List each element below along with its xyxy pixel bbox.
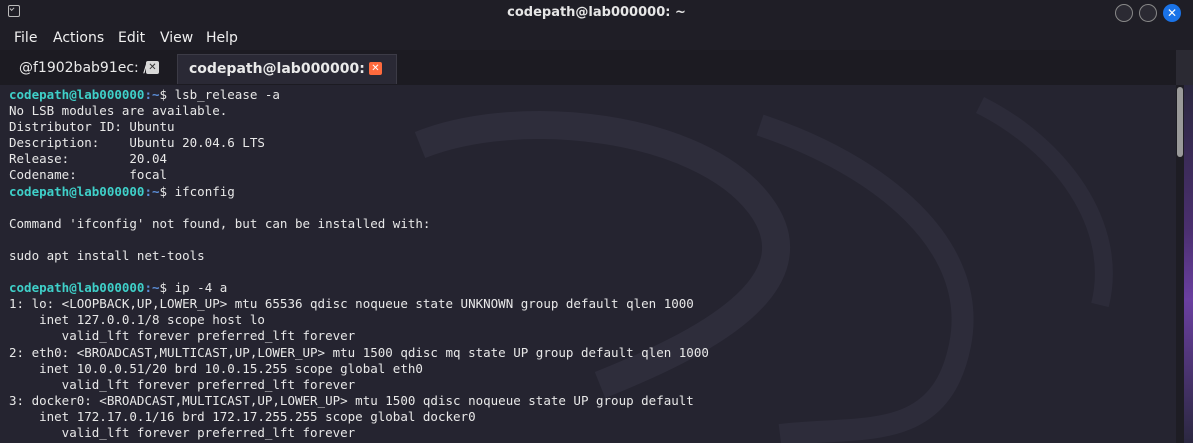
terminal-scrollbar[interactable] bbox=[1176, 85, 1184, 443]
command-text: lsb_release -a bbox=[174, 87, 280, 102]
tab-bar: @f1902bab91ec: / ✕ codepath@lab000000: ~… bbox=[0, 50, 1193, 85]
output-line: Command 'ifconfig' not found, but can be… bbox=[9, 215, 431, 231]
menu-edit[interactable]: Edit bbox=[118, 30, 145, 46]
output-line: Release: 20.04 bbox=[9, 151, 168, 167]
output-line: 1: lo: <LOOPBACK,UP,LOWER_UP> mtu 65536 … bbox=[9, 296, 694, 312]
prompt-symbol: $ bbox=[159, 87, 175, 102]
output-line: valid_lft forever preferred_lft forever bbox=[9, 376, 356, 392]
prompt-user: codepath@lab000000 bbox=[9, 280, 145, 296]
tab-close-icon[interactable]: ✕ bbox=[146, 61, 159, 74]
output-line: Codename: focal bbox=[9, 167, 168, 183]
terminal-window: codepath@lab000000: ~ ✕ File Actions Edi… bbox=[0, 0, 1193, 443]
output-line: Description: Ubuntu 20.04.6 LTS bbox=[9, 135, 265, 151]
output-line: Distributor ID: Ubuntu bbox=[9, 119, 175, 135]
prompt-path: :~ bbox=[144, 183, 160, 199]
output-line: inet 127.0.0.1/8 scope host lo bbox=[9, 312, 265, 328]
terminal-output[interactable]: codepath@lab000000:~$ lsb_release -a No L… bbox=[0, 85, 1176, 443]
tab-docker-container[interactable]: @f1902bab91ec: / ✕ bbox=[8, 54, 168, 84]
output-line: sudo apt install net-tools bbox=[9, 247, 205, 263]
menu-file[interactable]: File bbox=[14, 30, 37, 46]
desktop-background-edge bbox=[1184, 85, 1193, 443]
tab-close-icon[interactable]: ✕ bbox=[369, 62, 382, 75]
tab-codepath-home[interactable]: codepath@lab000000: ~ ✕ bbox=[177, 54, 397, 84]
output-line: valid_lft forever preferred_lft forever bbox=[9, 328, 356, 344]
prompt-line: codepath@lab000000:~$ ip -4 a bbox=[9, 280, 709, 296]
menu-help[interactable]: Help bbox=[206, 30, 238, 46]
tabbar-spacer bbox=[1176, 50, 1193, 85]
menu-actions[interactable]: Actions bbox=[53, 30, 104, 46]
command-text: ip -4 a bbox=[174, 280, 228, 296]
terminal-lines: codepath@lab000000:~$ lsb_release -a No L… bbox=[9, 87, 709, 441]
prompt-symbol: $ bbox=[159, 280, 175, 296]
output-line: valid_lft forever preferred_lft forever bbox=[9, 424, 356, 440]
tab-label: @f1902bab91ec: / bbox=[19, 60, 148, 76]
output-line: inet 10.0.0.51/20 brd 10.0.15.255 scope … bbox=[9, 360, 423, 376]
prompt-symbol: $ bbox=[159, 183, 175, 199]
minimize-button[interactable] bbox=[1115, 4, 1133, 22]
command-text: ifconfig bbox=[174, 183, 235, 199]
maximize-button[interactable] bbox=[1139, 4, 1157, 22]
prompt-user: codepath@lab000000 bbox=[9, 183, 145, 199]
close-window-button[interactable]: ✕ bbox=[1163, 4, 1181, 22]
prompt-path: :~ bbox=[144, 87, 160, 102]
menu-bar: File Actions Edit View Help bbox=[0, 26, 1193, 50]
output-line: No LSB modules are available. bbox=[9, 103, 228, 119]
tab-label: codepath@lab000000: ~ bbox=[189, 61, 382, 77]
prompt-line: codepath@lab000000:~$ ifconfig bbox=[9, 184, 709, 200]
output-line: inet 172.17.0.1/16 brd 172.17.255.255 sc… bbox=[9, 408, 476, 424]
window-title: codepath@lab000000: ~ bbox=[507, 5, 686, 20]
title-bar[interactable]: codepath@lab000000: ~ ✕ bbox=[0, 0, 1193, 26]
output-line: 2: eth0: <BROADCAST,MULTICAST,UP,LOWER_U… bbox=[9, 344, 709, 360]
menu-view[interactable]: View bbox=[160, 30, 193, 46]
prompt-path: :~ bbox=[144, 280, 160, 296]
output-line: 3: docker0: <BROADCAST,MULTICAST,UP,LOWE… bbox=[9, 392, 694, 408]
prompt-user: codepath@lab000000 bbox=[9, 87, 145, 102]
scrollbar-thumb[interactable] bbox=[1177, 87, 1183, 157]
prompt-line: codepath@lab000000:~$ lsb_release -a bbox=[9, 87, 709, 103]
